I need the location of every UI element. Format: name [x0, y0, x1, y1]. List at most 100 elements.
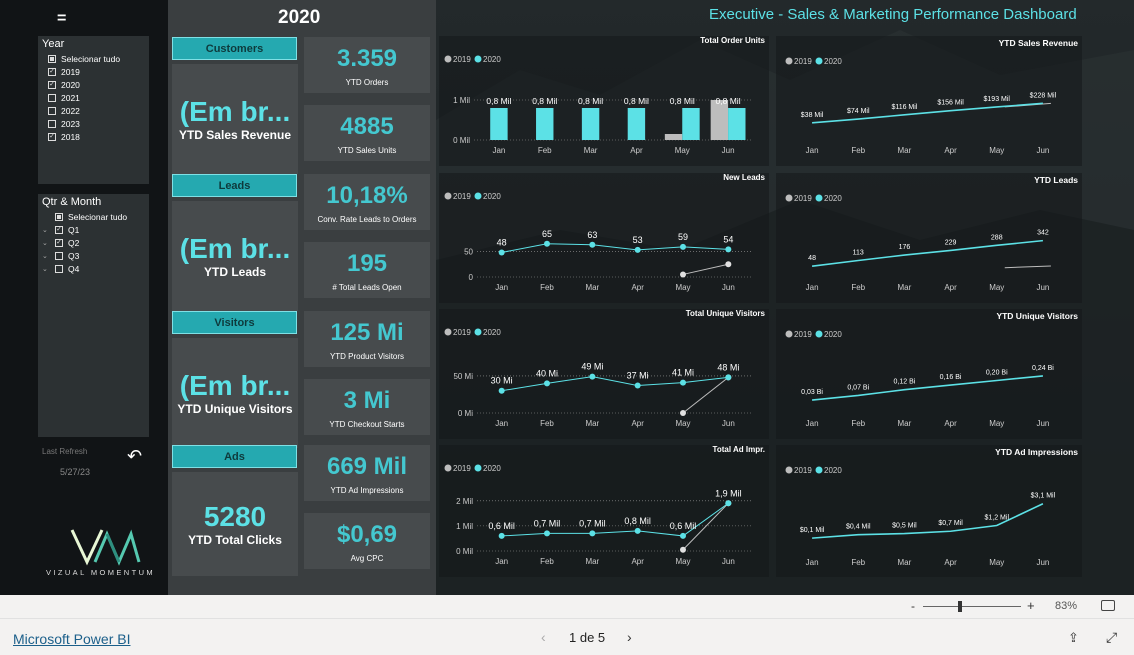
prev-page-button[interactable]: ‹: [541, 629, 546, 645]
chart-total-order-units[interactable]: Total Order Units 2019 2020 0 Mil 1 Mil Jan Fe…: [439, 36, 769, 166]
report-canvas: = Year Selecionar tudo ✓ 2019 ✓ 2020 2021 2022…: [0, 0, 1134, 595]
checkbox-icon[interactable]: ✓: [48, 80, 56, 89]
checkbox-icon[interactable]: ✓: [48, 67, 56, 76]
data-label: 48: [497, 237, 507, 247]
x-tick-label: Jun: [1036, 146, 1049, 155]
x-tick-label: Jan: [492, 146, 505, 155]
legend-marker: [785, 194, 793, 202]
page-indicator: 1 de 5: [569, 630, 606, 645]
checkbox-icon[interactable]: ✓: [55, 225, 63, 234]
data-label: $1,2 Mil: [984, 515, 1009, 522]
checkbox-icon[interactable]: [48, 106, 56, 115]
data-label: 0,8 Mil: [578, 96, 603, 106]
checkbox-icon[interactable]: [55, 212, 63, 221]
year-slicer-item-label: 2023: [61, 118, 80, 129]
legend-marker: [444, 464, 452, 472]
next-page-button[interactable]: ›: [627, 629, 632, 645]
category-tag-leads[interactable]: Leads: [172, 174, 297, 197]
qtr-month-slicer[interactable]: Qtr & Month Selecionar tudo ⌄ ✓ Q1 ⌄ ✓ Q2 ⌄ Q3 ⌄ Q…: [38, 194, 149, 437]
status-bar: - + 83%: [0, 595, 1134, 619]
legend-label: 2020: [824, 466, 842, 475]
chart-ytd-leads[interactable]: YTD Leads 2019 2020 Jan Feb Mar Apr May Jun 48 113…: [776, 173, 1082, 303]
year-slicer-item[interactable]: ✓ 2020: [48, 78, 149, 91]
qtr-month-slicer-item[interactable]: ⌄ Q3: [42, 249, 149, 262]
checkbox-icon[interactable]: ✓: [48, 132, 56, 141]
year-slicer-item[interactable]: 2023: [48, 117, 149, 130]
zoom-out-button[interactable]: -: [911, 599, 915, 613]
chevron-down-icon[interactable]: ⌄: [42, 265, 50, 273]
chevron-down-icon[interactable]: ⌄: [42, 252, 50, 260]
x-tick-label: Apr: [944, 558, 957, 567]
checkbox-icon[interactable]: [48, 119, 56, 128]
chart-ytd-unique-visitors[interactable]: YTD Unique Visitors 2019 2020 Jan Feb Mar Apr M…: [776, 309, 1082, 439]
year-slicer-item[interactable]: ✓ 2018: [48, 130, 149, 143]
kpi-value: 4885: [340, 112, 394, 140]
year-slicer-item[interactable]: 2022: [48, 104, 149, 117]
checkbox-icon[interactable]: [48, 54, 56, 63]
checkbox-icon[interactable]: ✓: [55, 238, 63, 247]
legend-marker: [815, 194, 823, 202]
chart-title: YTD Ad Impressions: [995, 447, 1078, 457]
zoom-slider-thumb[interactable]: [958, 601, 963, 612]
bar-2020: [728, 108, 746, 140]
zoom-slider[interactable]: [923, 606, 1021, 607]
qtr-month-slicer-item[interactable]: ⌄ Q4: [42, 262, 149, 275]
legend-label: 2019: [794, 57, 812, 66]
legend-marker: [785, 330, 793, 338]
category-tag-ads[interactable]: Ads: [172, 445, 297, 468]
undo-icon[interactable]: ↶: [127, 446, 142, 467]
legend-label: 2020: [824, 330, 842, 339]
x-tick-label: Mar: [585, 419, 599, 428]
data-label: 49 Mi: [581, 362, 603, 372]
point-2020: [589, 241, 596, 248]
chart-total-ad-impr-[interactable]: Total Ad Impr. 2019 2020 0 Mil 1 Mil 2 Mil Jan…: [439, 445, 769, 577]
legend-marker: [444, 192, 452, 200]
qtr-month-slicer-item[interactable]: ⌄ ✓ Q2: [42, 236, 149, 249]
year-slicer[interactable]: Year Selecionar tudo ✓ 2019 ✓ 2020 2021 2022 20…: [38, 36, 149, 184]
data-label: $193 Mil: [984, 96, 1011, 103]
chart-title: New Leads: [723, 173, 765, 182]
last-refresh-label: Last Refresh: [42, 447, 88, 456]
checkbox-icon[interactable]: [55, 264, 63, 273]
y-tick-label: 2 Mil: [456, 497, 473, 506]
year-slicer-item-label: 2021: [61, 92, 80, 103]
zoom-in-button[interactable]: +: [1027, 598, 1035, 613]
power-bi-link[interactable]: Microsoft Power BI: [13, 631, 130, 647]
data-label: $3,1 Mil: [1031, 493, 1056, 500]
chevron-down-icon[interactable]: ⌄: [42, 226, 50, 234]
qtr-month-slicer-item-label: Q2: [68, 237, 80, 248]
share-icon[interactable]: ⇪: [1068, 630, 1079, 646]
category-tag-visitors[interactable]: Visitors: [172, 311, 297, 334]
qtr-month-slicer-item[interactable]: ⌄ ✓ Q1: [42, 223, 149, 236]
year-slicer-item[interactable]: Selecionar tudo: [48, 52, 149, 65]
chart-ytd-ad-impressions[interactable]: YTD Ad Impressions 2019 2020 Jan Feb Mar Apr Ma…: [776, 445, 1082, 577]
data-label: 0,8 Mil: [670, 96, 695, 106]
year-slicer-item[interactable]: ✓ 2019: [48, 65, 149, 78]
checkbox-icon[interactable]: [55, 251, 63, 260]
chart-total-unique-visitors[interactable]: Total Unique Visitors 2019 2020 0 Mi 50 Mi Ja…: [439, 309, 769, 439]
point-2020: [589, 373, 596, 380]
legend-marker: [444, 328, 452, 336]
chart-new-leads[interactable]: New Leads 2019 2020 0 50 Jan Feb Mar Apr May Jun 48…: [439, 173, 769, 303]
x-tick-label: May: [675, 283, 690, 292]
x-tick-label: May: [989, 558, 1004, 567]
year-slicer-item-label: 2020: [61, 79, 80, 90]
chart-svg: YTD Ad Impressions 2019 2020 Jan Feb Mar Apr Ma…: [785, 447, 1078, 567]
year-slicer-item[interactable]: 2021: [48, 91, 149, 104]
checkbox-icon[interactable]: [48, 93, 56, 102]
chevron-down-icon[interactable]: ⌄: [42, 239, 50, 247]
kpi-value: 3 Mi: [343, 386, 391, 414]
fullscreen-icon[interactable]: ⤢: [1106, 629, 1117, 646]
qtr-month-slicer-item[interactable]: Selecionar tudo: [42, 210, 149, 223]
point-2019: [680, 546, 686, 553]
x-tick-label: Mar: [898, 419, 912, 428]
legend-label: 2019: [794, 330, 812, 339]
fit-to-page-icon[interactable]: [1101, 600, 1115, 611]
big-kpi-card: 5280 YTD Total Clicks: [172, 472, 298, 576]
data-label: 288: [991, 234, 1003, 241]
chart-ytd-sales-revenue[interactable]: YTD Sales Revenue 2019 2020 Jan Feb Mar Apr May…: [776, 36, 1082, 166]
hamburger-icon[interactable]: =: [57, 10, 66, 28]
big-kpi-card: (Em br... YTD Leads: [172, 201, 298, 311]
category-tag-customers[interactable]: Customers: [172, 37, 297, 60]
year-slicer-item-label: 2018: [61, 131, 80, 142]
